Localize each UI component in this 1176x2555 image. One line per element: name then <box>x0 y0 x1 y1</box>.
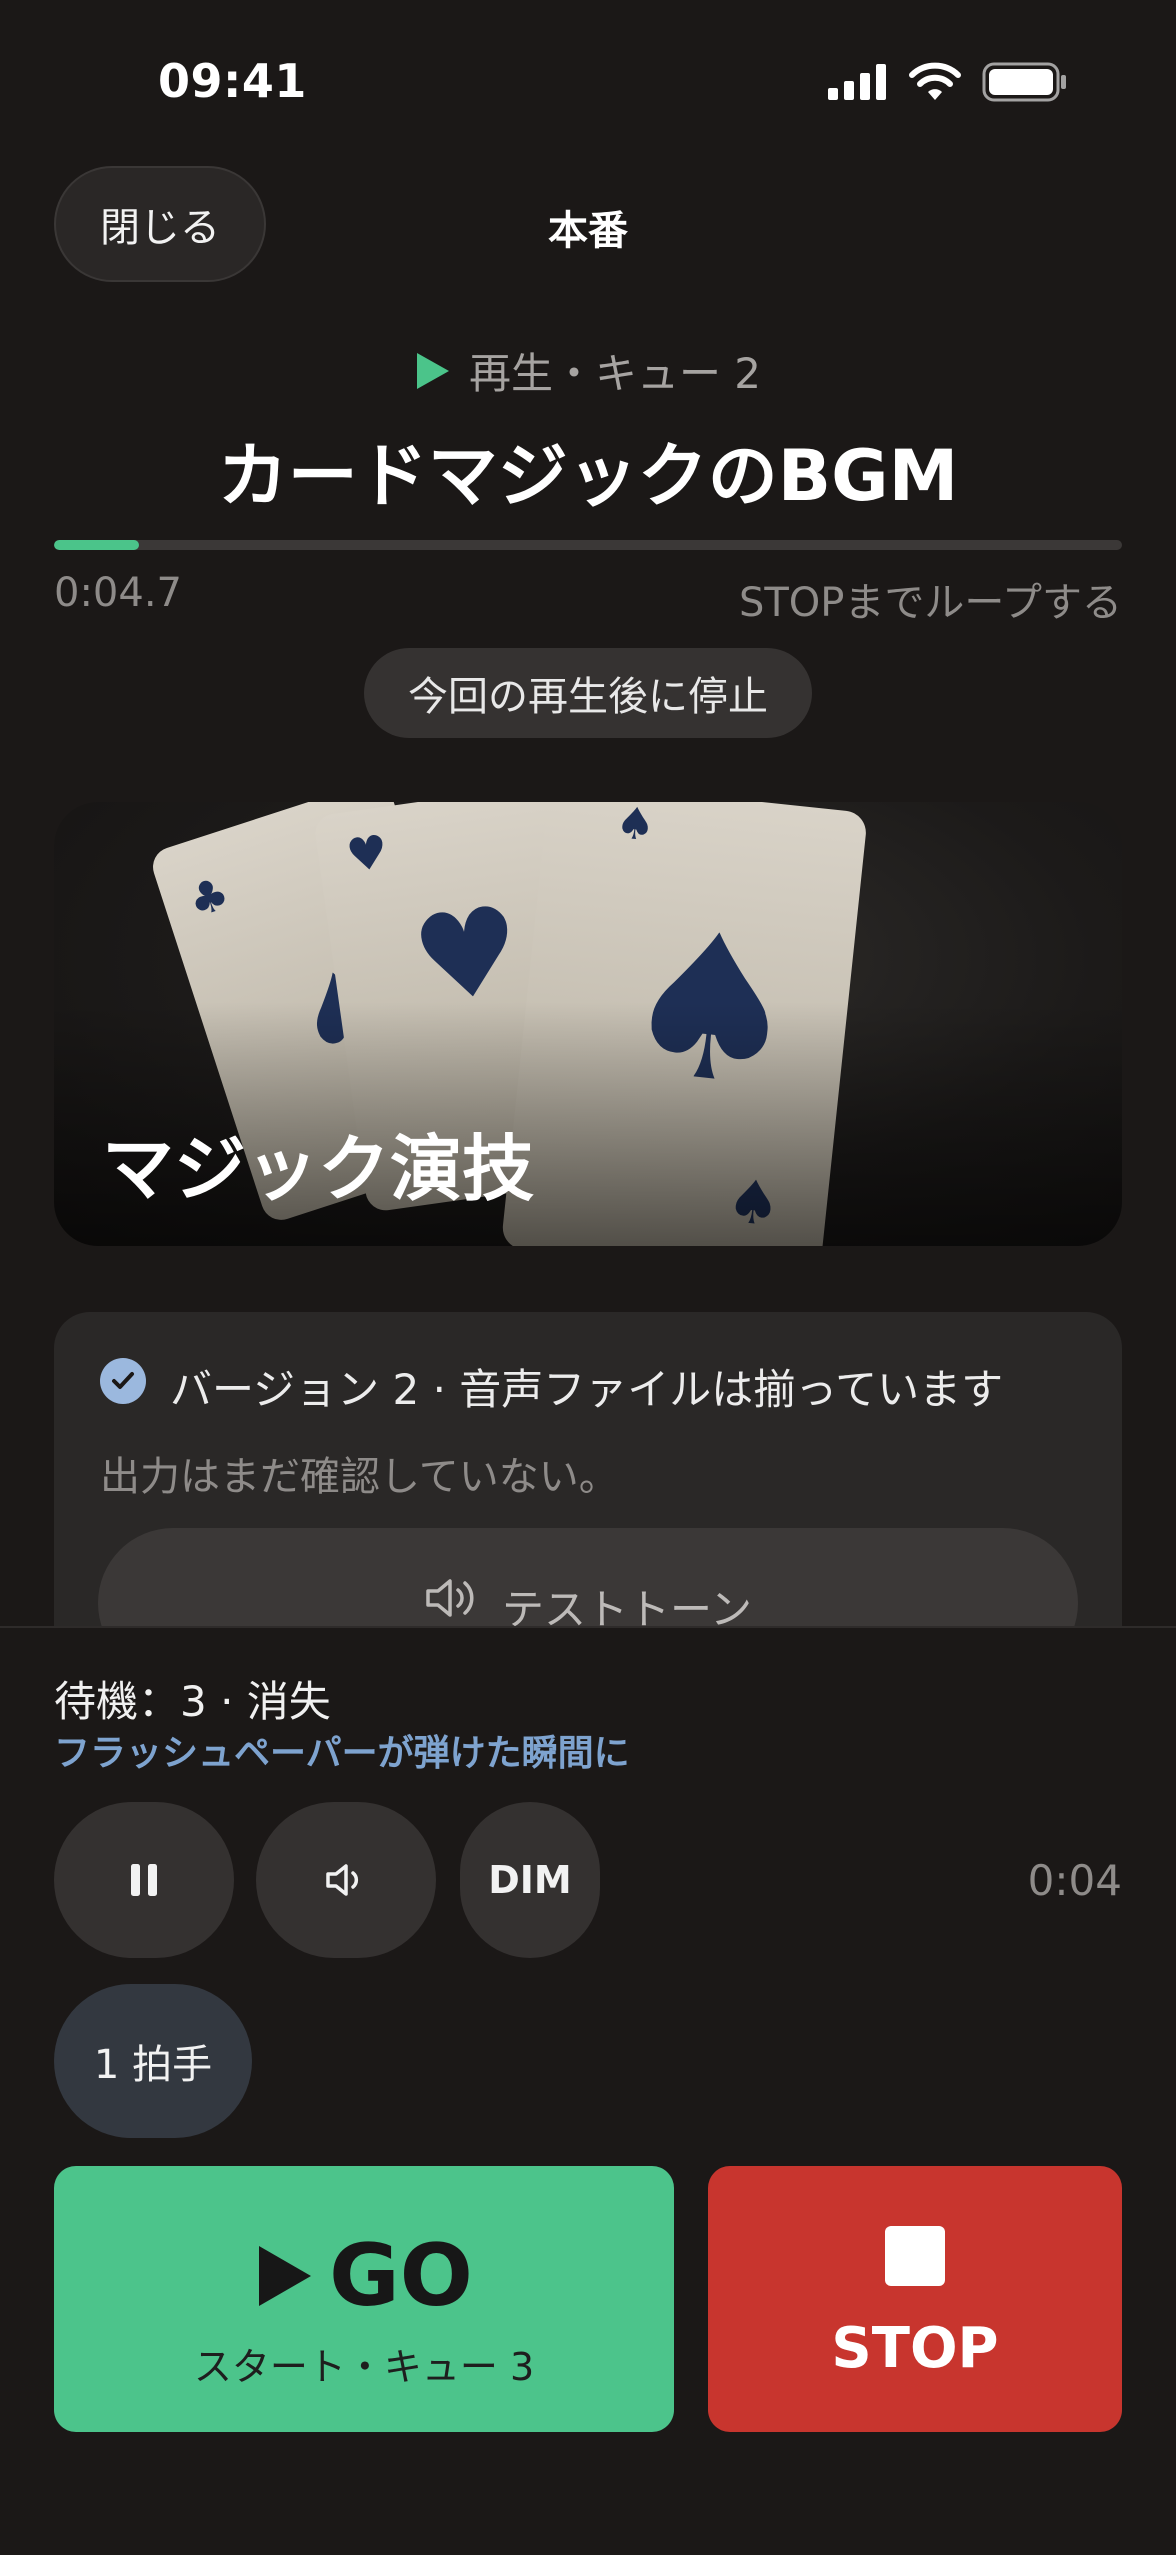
clap-hotkey-button[interactable]: 1 拍手 <box>54 1984 252 2138</box>
speaker-icon <box>426 1579 474 1617</box>
loop-mode: STOPまでループする <box>738 580 1122 626</box>
panel-time: 0:04 <box>1027 1856 1122 1905</box>
stop-label: STOP <box>831 2316 999 2381</box>
status-time: 09:41 <box>158 54 307 108</box>
volume-button[interactable] <box>256 1802 436 1958</box>
progress-fill <box>54 540 140 550</box>
stop-button[interactable]: STOP <box>708 2166 1122 2432</box>
cue-name: カードマジックのBGM <box>217 435 959 517</box>
stop-after-play-button[interactable]: 今回の再生後に停止 <box>364 648 812 738</box>
next-cue-trigger: フラッシュペーパーが弾けた瞬間に <box>54 1733 630 1774</box>
playback-status: 再生・キュー 2 <box>0 340 1176 401</box>
go-sublabel: スタート・キュー 3 <box>193 2345 535 2389</box>
check-icon <box>100 1358 146 1404</box>
progress-bar <box>54 540 1122 550</box>
artwork-title: マジック演技 <box>102 1127 535 1211</box>
signal-icon <box>828 64 886 100</box>
output-note: 出力はまだ確認していない。 <box>100 1454 619 1500</box>
next-cue: 待機：3 · 消失 <box>54 1677 331 1726</box>
status-icons <box>828 62 1068 102</box>
go-button[interactable]: GO スタート・キュー 3 <box>54 2166 674 2432</box>
playback-status-label: 再生・キュー 2 <box>468 349 762 398</box>
page-title: 本番 <box>548 208 628 254</box>
control-panel: 待機：3 · 消失 フラッシュペーパーが弾けた瞬間に DIM 0:04 1 拍手… <box>0 1626 1176 2555</box>
speaker-icon <box>326 1864 359 1896</box>
stop-icon <box>885 2226 945 2286</box>
play-icon <box>259 2246 312 2306</box>
pause-icon <box>131 1864 157 1896</box>
go-label-row: GO <box>54 2226 674 2326</box>
wifi-icon <box>909 62 961 100</box>
file-status-text: バージョン 2 · 音声ファイルは揃っています <box>170 1365 1004 1414</box>
go-label: GO <box>329 2226 473 2326</box>
pause-button[interactable] <box>54 1802 234 1958</box>
play-icon <box>416 352 449 389</box>
cue-artwork: ♣ ♠ ♥ ♥ ♠ ♠ ♠ マジック演技 <box>54 802 1122 1246</box>
battery-icon <box>982 62 1066 102</box>
elapsed-time: 0:04.7 <box>54 570 182 616</box>
dim-button[interactable]: DIM <box>460 1802 600 1958</box>
